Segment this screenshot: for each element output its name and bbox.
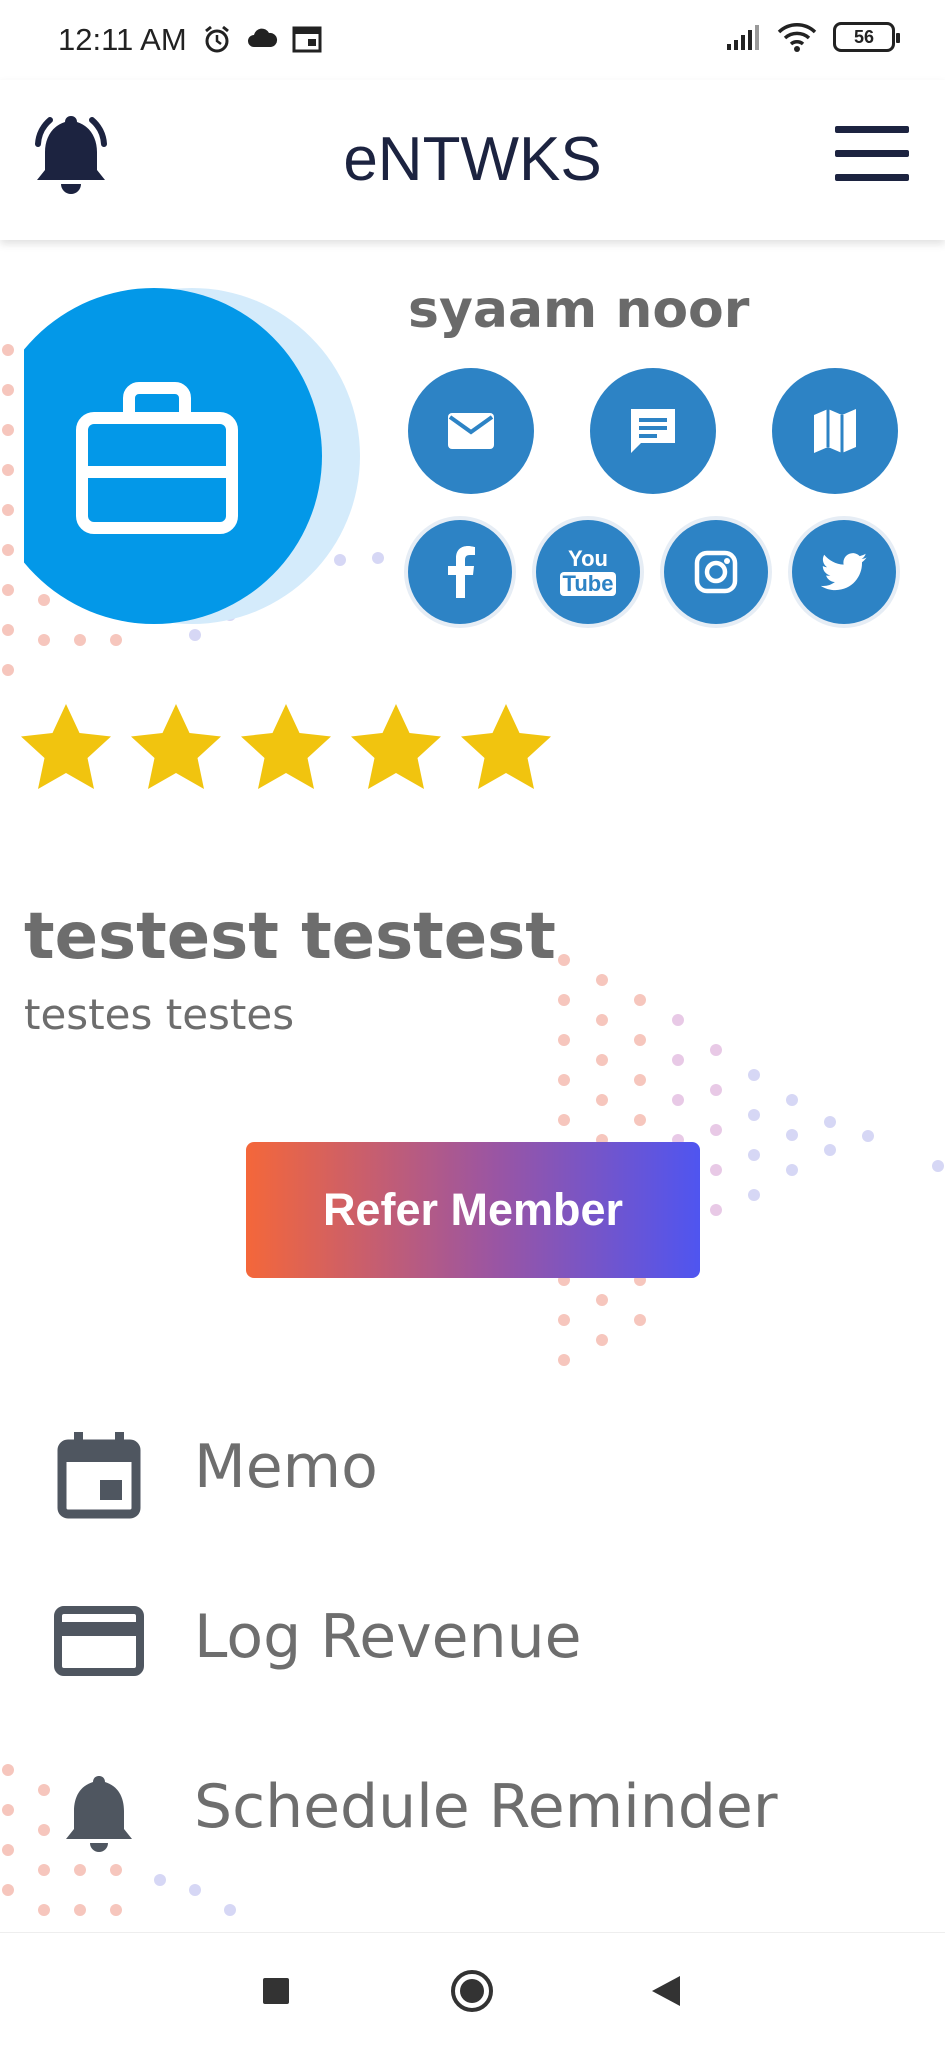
back-button[interactable] [638,1963,694,2019]
mail-icon [448,413,494,449]
status-icons-left [202,24,322,54]
menu-line [835,150,909,157]
member-subtitle: testes testes [24,990,295,1039]
menu-item-schedule-reminder[interactable]: Schedule Reminder [0,1744,945,1874]
menu-item-log-revenue[interactable]: Log Revenue [0,1574,945,1704]
app-header: eNTWKS [0,80,945,240]
star-icon [131,704,221,789]
app-title: eNTWKS [343,125,602,194]
star-icon [241,704,331,789]
alarm-icon [205,25,229,53]
member-full-name: testest testest [24,900,556,974]
map-icon [814,409,856,453]
avatar [24,288,360,624]
refer-member-button[interactable]: Refer Member [246,1142,700,1278]
facebook-icon [448,546,475,598]
instagram-icon [694,550,738,594]
star-icon [461,704,551,789]
map-button[interactable] [772,368,898,494]
menu-item-memo[interactable]: Memo [0,1404,945,1534]
youtube-button[interactable]: You Tube [536,520,640,624]
youtube-icon-top: You [568,546,608,571]
twitter-icon [821,553,867,591]
bell-icon [66,1776,132,1852]
hamburger-menu-button[interactable] [835,126,909,182]
menu-item-label: Log Revenue [194,1602,582,1672]
menu-item-label: Schedule Reminder [194,1772,778,1842]
status-bar: 12:11 AM 56 [0,0,945,80]
instagram-button[interactable] [664,520,768,624]
cloud-icon [248,28,278,47]
system-nav-bar [0,1932,945,2048]
star-icon [351,704,441,789]
message-button[interactable] [590,368,716,494]
battery-level: 56 [853,26,875,47]
credit-card-icon [54,1606,144,1676]
twitter-button[interactable] [792,520,896,624]
rating-stars [18,702,554,794]
recents-button[interactable] [248,1963,304,2019]
user-name: syaam noor [408,280,750,340]
status-time: 12:11 AM [58,22,187,57]
email-button[interactable] [408,368,534,494]
calendar-icon [292,26,322,53]
star-icon [21,704,111,789]
battery-icon: 56 [833,22,900,52]
menu-line [835,174,909,181]
wifi-icon [777,23,817,52]
back-triangle-icon [652,1976,680,2006]
menu-line [835,126,909,133]
youtube-icon-bottom: Tube [559,572,617,596]
home-circle-icon [451,1970,493,2012]
menu-item-label: Memo [194,1432,378,1502]
calendar-icon [57,1432,141,1519]
square-icon [263,1978,289,2004]
youtube-icon: You Tube [559,546,617,596]
message-icon [631,409,675,453]
home-button[interactable] [444,1963,500,2019]
status-icons-right: 56 [725,22,900,52]
facebook-button[interactable] [408,520,512,624]
signal-icon [727,25,759,50]
